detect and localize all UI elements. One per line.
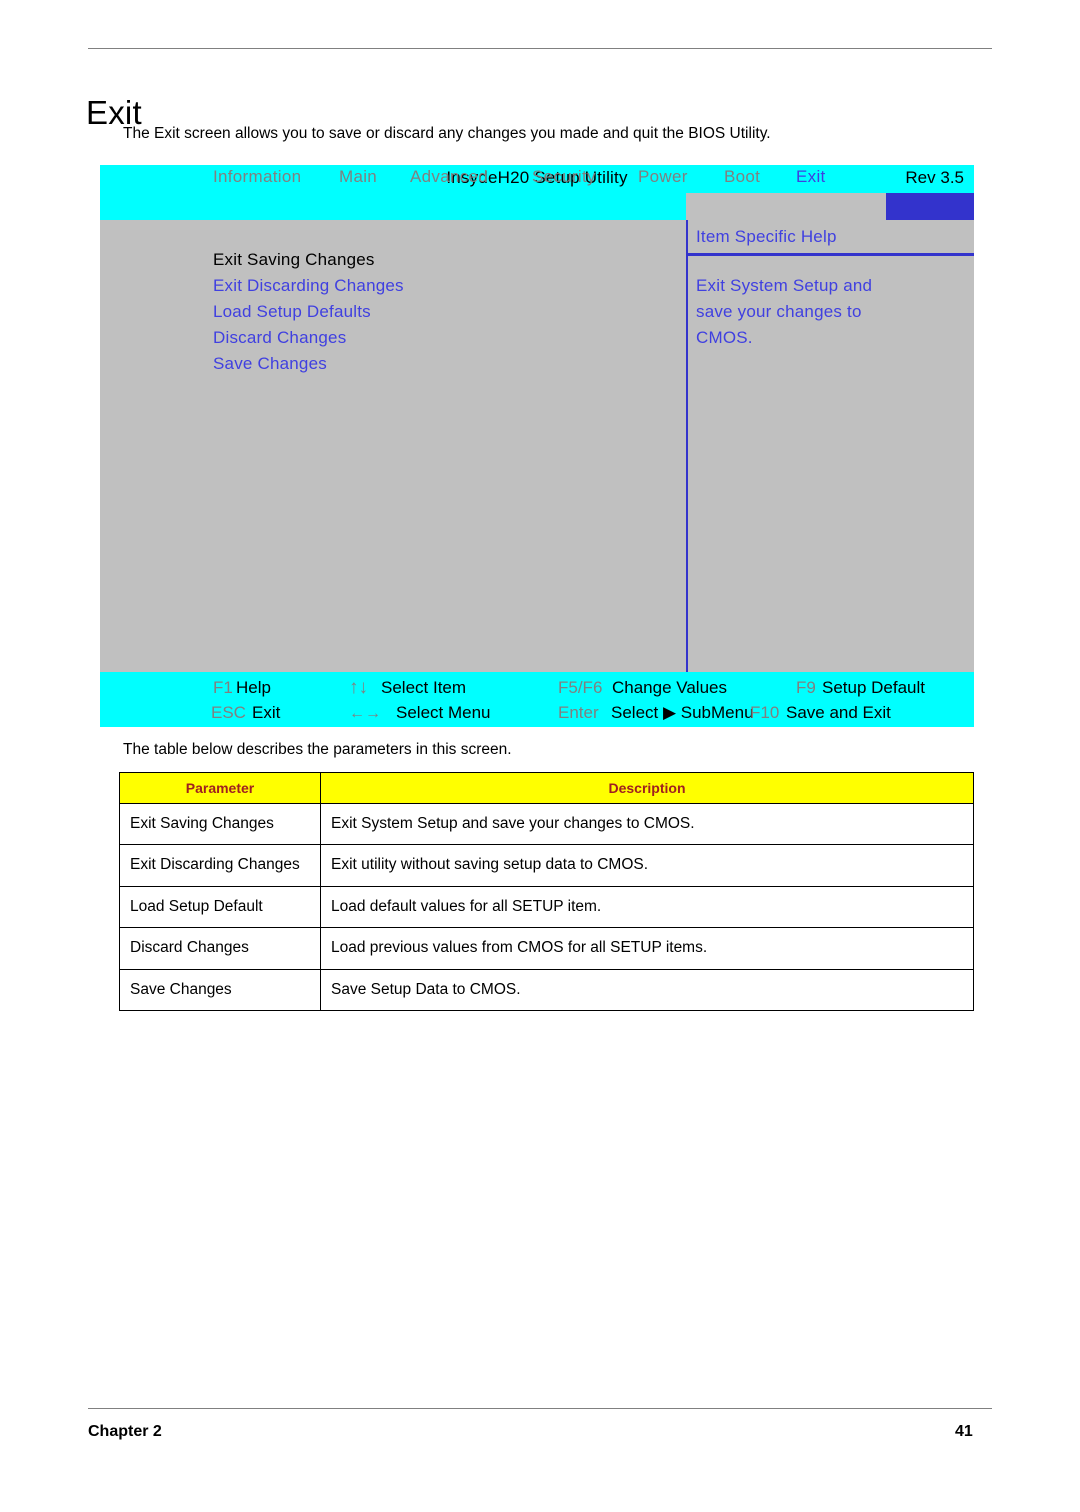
table-cell-parameter: Load Setup Default: [119, 885, 321, 929]
bios-key-exit-label: Exit: [252, 703, 281, 722]
bios-key-select-submenu-label: Select ▶ SubMenu: [611, 703, 754, 722]
bios-key-f10: F10: [750, 703, 780, 722]
bios-menu-boot[interactable]: Boot: [724, 167, 760, 187]
bios-help-line-1: Exit System Setup and: [696, 276, 873, 295]
bios-key-f9: F9: [796, 678, 816, 697]
footer-chapter: Chapter 2: [88, 1423, 162, 1440]
table-header-row: Parameter Description: [119, 772, 974, 804]
bios-help-line-3: CMOS.: [696, 328, 753, 347]
bios-key-enter: Enter: [558, 703, 599, 722]
bios-menu-exit[interactable]: Exit: [796, 167, 826, 187]
bios-key-change-values-label: Change Values: [612, 678, 727, 697]
bios-menu-information[interactable]: Information: [213, 167, 301, 187]
bios-help-title: Item Specific Help: [696, 227, 837, 246]
bios-revision: Rev 3.5: [905, 168, 964, 187]
table-cell-parameter: Exit Saving Changes: [119, 802, 321, 846]
table-row: Exit Saving Changes Exit System Setup an…: [119, 802, 974, 846]
bios-key-f1-label: Help: [236, 678, 271, 697]
table-row: Load Setup Default Load default values f…: [119, 885, 974, 929]
footer-rule: [88, 1408, 992, 1409]
footer-page-number: 41: [955, 1423, 973, 1440]
table-cell-description: Save Setup Data to CMOS.: [320, 968, 974, 1012]
bios-screenshot: InsydeH20 Setup Utility Rev 3.5 Informat…: [100, 165, 974, 727]
table-header-parameter: Parameter: [119, 772, 321, 804]
bios-key-select-menu-label: Select Menu: [396, 703, 491, 722]
bios-menu-selected-background: [686, 193, 886, 220]
intro-paragraph: The Exit screen allows you to save or di…: [123, 125, 771, 142]
table-row: Save Changes Save Setup Data to CMOS.: [119, 968, 974, 1012]
table-cell-description: Load default values for all SETUP item.: [320, 885, 974, 929]
bios-menu-power[interactable]: Power: [638, 167, 688, 187]
table-cell-description: Exit utility without saving setup data t…: [320, 844, 974, 887]
bios-help-line-2: save your changes to: [696, 302, 862, 321]
table-row: Exit Discarding Changes Exit utility wit…: [119, 844, 974, 887]
bios-option-exit-discarding-changes[interactable]: Exit Discarding Changes: [213, 276, 404, 296]
bios-key-esc: ESC: [211, 703, 246, 722]
bios-menu-bar-blue-fill: [886, 193, 974, 220]
bios-menu-advanced[interactable]: Advanced: [410, 167, 488, 187]
bios-option-exit-saving-changes[interactable]: Exit Saving Changes: [213, 250, 375, 270]
bios-key-leftright-arrows-icon: ←→: [349, 705, 381, 722]
table-header-description: Description: [320, 772, 974, 804]
table-cell-parameter: Save Changes: [119, 968, 321, 1012]
table-cell-description: Exit System Setup and save your changes …: [320, 802, 974, 846]
table-intro-paragraph: The table below describes the parameters…: [123, 741, 512, 758]
bios-option-discard-changes[interactable]: Discard Changes: [213, 328, 346, 348]
bios-help-underline: [688, 253, 974, 256]
bios-menu-main[interactable]: Main: [339, 167, 377, 187]
document-page: Exit The Exit screen allows you to save …: [0, 0, 1080, 1512]
bios-key-setup-default-label: Setup Default: [822, 678, 926, 697]
bios-option-load-setup-defaults[interactable]: Load Setup Defaults: [213, 302, 371, 322]
table-cell-description: Load previous values from CMOS for all S…: [320, 927, 974, 970]
parameter-table: Parameter Description Exit Saving Change…: [119, 772, 974, 1012]
table-cell-parameter: Discard Changes: [119, 927, 321, 970]
bios-key-f5f6: F5/F6: [558, 678, 603, 697]
bios-key-select-item-label: Select Item: [381, 678, 467, 697]
bios-key-save-and-exit-label: Save and Exit: [786, 703, 891, 722]
bios-footer-bar: F1 Help ↑↓ Select Item F5/F6 Change Valu…: [100, 672, 974, 727]
bios-menu-security[interactable]: Security: [532, 167, 596, 187]
bios-option-save-changes[interactable]: Save Changes: [213, 354, 327, 374]
header-rule: [88, 48, 992, 49]
table-row: Discard Changes Load previous values fro…: [119, 927, 974, 970]
bios-key-updown-arrows-icon: ↑↓: [349, 677, 368, 698]
bios-key-f1: F1: [213, 678, 233, 697]
table-cell-parameter: Exit Discarding Changes: [119, 844, 321, 887]
